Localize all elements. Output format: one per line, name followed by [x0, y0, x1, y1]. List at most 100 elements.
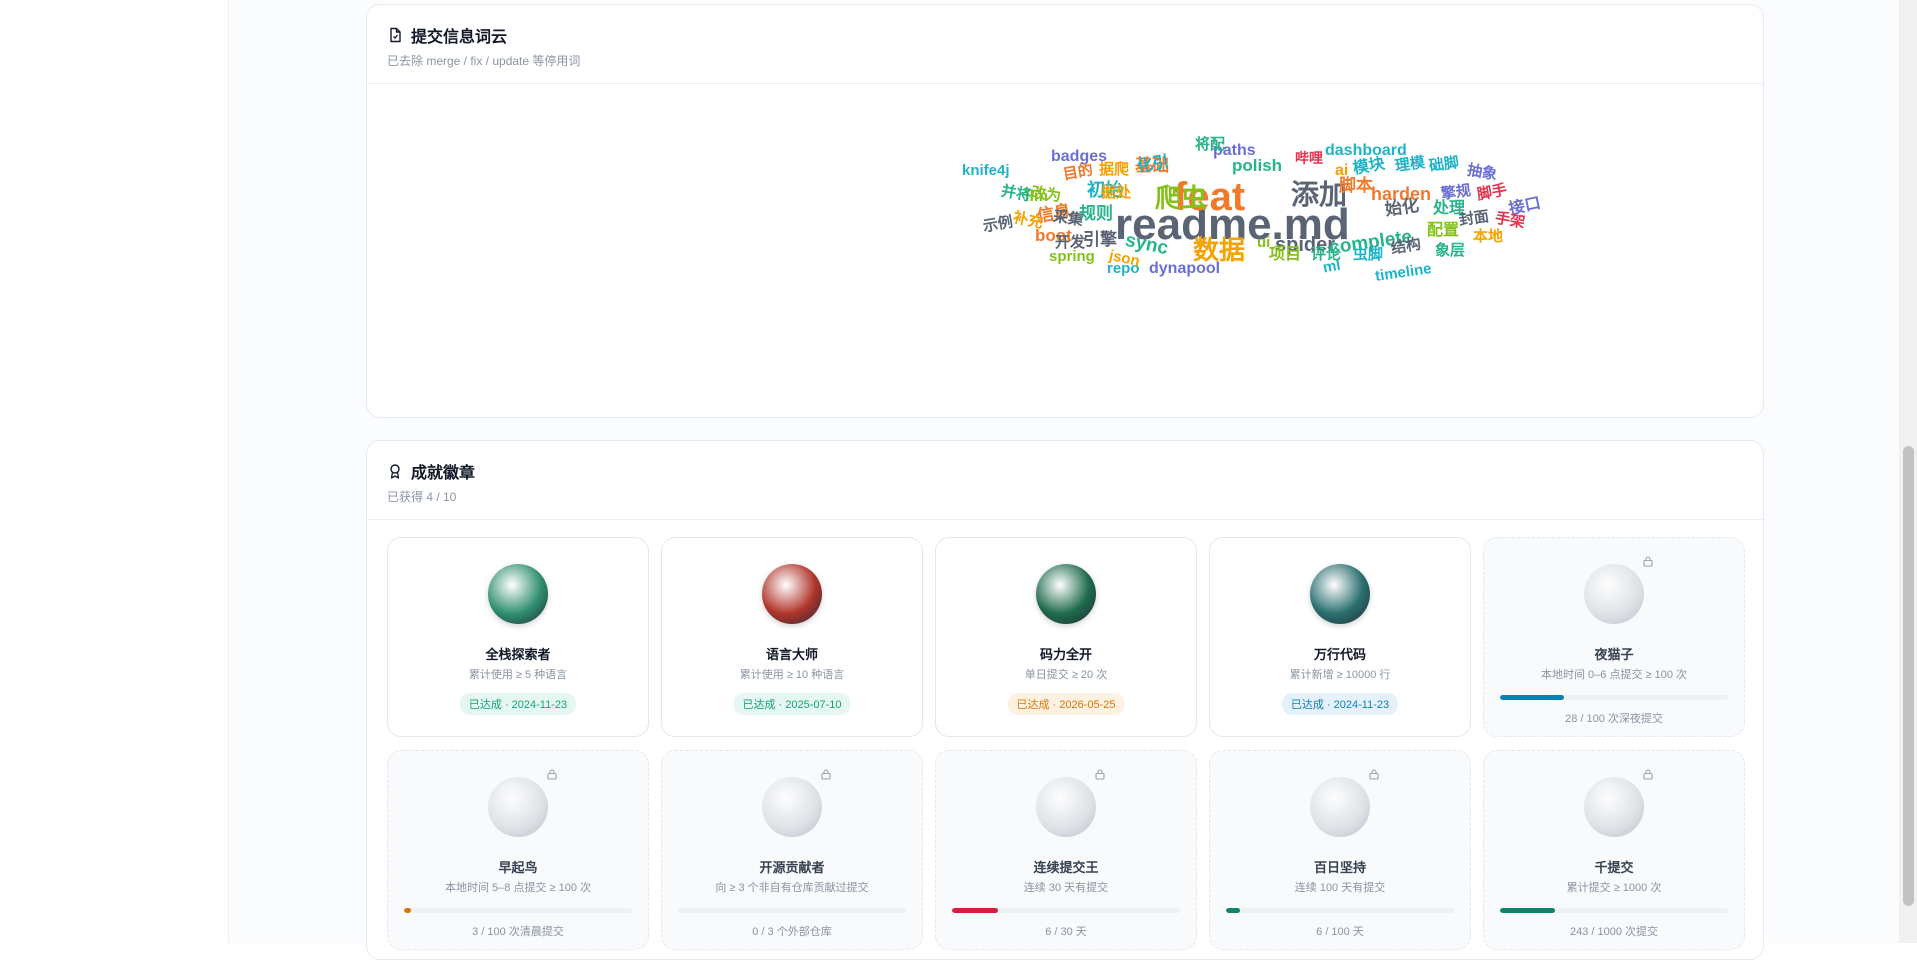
badge-progress-text: 6 / 100 天	[1316, 926, 1364, 938]
cloud-word: 示例	[981, 213, 1015, 236]
cloud-word: 评论	[1311, 246, 1342, 263]
cloud-word: 础脚	[1427, 153, 1461, 176]
left-sidebar	[0, 0, 229, 943]
badge-name: 夜猫子	[1594, 647, 1634, 662]
cloud-word: 始化	[1383, 195, 1421, 220]
wordcloud-card: 提交信息词云 已去除 merge / fix / update 等停用词 rea…	[366, 4, 1764, 418]
cloud-word: 开发	[1055, 234, 1086, 251]
cloud-word: knife4j	[962, 162, 1010, 179]
cloud-word: timeline	[1374, 260, 1433, 285]
lock-icon	[1368, 767, 1380, 780]
cloud-word: 本地	[1473, 228, 1504, 245]
badge-card[interactable]: 连续提交王 连续 30 天有提交 6 / 30 天	[935, 750, 1197, 950]
cloud-word: 哔哩	[1295, 150, 1323, 166]
badge-progress-bar	[678, 908, 906, 913]
cloud-word: 虫脚	[1353, 246, 1384, 263]
cloud-word: 规则	[1079, 204, 1113, 223]
badge-name: 早起鸟	[498, 860, 538, 875]
badge-progress-fill	[404, 908, 411, 913]
badge-name: 全栈探索者	[485, 647, 551, 662]
badge-card[interactable]: 早起鸟 本地时间 5–8 点提交 ≥ 100 次 3 / 100 次清晨提交	[387, 750, 649, 950]
badge-progress-bar	[1226, 908, 1454, 913]
badge-card[interactable]: 语言大师 累计使用 ≥ 10 种语言 已达成 · 2025-07-10	[661, 537, 923, 737]
cloud-word: 引擎	[1083, 230, 1117, 249]
cloud-word: 擎规	[1439, 181, 1473, 204]
badge-card[interactable]: 百日坚持连续 100 天有提交 6 / 100 天	[1209, 750, 1471, 950]
badge-medal-icon	[488, 777, 548, 837]
badge-medal-icon	[488, 564, 548, 624]
cloud-word: 脚本	[1339, 176, 1373, 195]
award-icon	[390, 464, 400, 479]
badge-description: 累计新增 ≥ 10000 行	[1289, 669, 1391, 681]
badge-status: 已达成 · 2024-11-23	[459, 693, 577, 715]
page-scrollbar[interactable]	[1899, 0, 1917, 943]
badges-subtitle: 已获得 4 / 10	[387, 490, 457, 504]
badge-progress-fill	[1226, 908, 1240, 913]
badge-progress-fill	[1500, 695, 1564, 700]
badge-progress-text: 0 / 3 个外部仓库	[752, 926, 832, 938]
badge-progress-fill	[1500, 908, 1556, 913]
badge-description: 单日提交 ≥ 20 次	[1024, 669, 1108, 681]
badge-description: 累计使用 ≥ 5 种语言	[468, 669, 568, 681]
badge-name: 开源贡献者	[759, 860, 825, 875]
badge-name: 语言大师	[765, 647, 818, 662]
badge-name: 千提交	[1594, 860, 1634, 875]
badge-card[interactable]: 万行代码累计新增 ≥ 10000 行已达成 · 2024-11-23	[1209, 537, 1471, 737]
cloud-word: dashboard	[1325, 142, 1407, 159]
badge-medal-icon	[762, 777, 822, 837]
badge-description: 连续 100 天有提交	[1294, 882, 1386, 894]
cloud-word: 脚手	[1475, 181, 1509, 204]
badge-description: 向 ≥ 3 个非自有仓库贡献过提交	[715, 882, 869, 894]
badge-progress-bar	[1500, 908, 1728, 913]
badges-card: 成就徽章 已获得 4 / 10 全栈探索者累计使用 ≥ 5 种语言已达成 · 2…	[366, 440, 1764, 960]
badge-medal-icon	[1584, 564, 1644, 624]
badge-card[interactable]: 开源贡献者向 ≥ 3 个非自有仓库贡献过提交 0 / 3 个外部仓库	[661, 750, 923, 950]
badge-card[interactable]: 千提交累计提交 ≥ 1000 次 243 / 1000 次提交	[1483, 750, 1745, 950]
badge-description: 累计提交 ≥ 1000 次	[1566, 882, 1662, 894]
badge-progress-bar	[952, 908, 1180, 913]
badge-name: 万行代码	[1313, 647, 1366, 662]
badges-title: 成就徽章	[411, 465, 476, 482]
badge-description: 累计使用 ≥ 10 种语言	[739, 669, 845, 681]
badge-card[interactable]: 夜猫子 本地时间 0–6 点提交 ≥ 100 次 28 / 100 次深夜提交	[1483, 537, 1745, 737]
badge-status: 已达成 · 2024-11-23	[1281, 693, 1399, 715]
cloud-word: 爬虫	[1155, 183, 1208, 213]
cloud-word: 封面	[1457, 207, 1491, 230]
badge-status: 已达成 · 2026-05-25	[1007, 693, 1125, 715]
cloud-word: 项目	[1269, 246, 1302, 263]
cloud-word: polish	[1232, 156, 1283, 175]
lock-icon	[546, 767, 558, 780]
cloud-word: 并将	[999, 182, 1033, 205]
wordcloud-subtitle: 已去除 merge / fix / update 等停用词	[387, 54, 581, 68]
cloud-word: 采集	[1051, 207, 1085, 230]
wordcloud-header: 提交信息词云 已去除 merge / fix / update 等停用词	[367, 5, 1763, 84]
badge-description: 本地时间 0–6 点提交 ≥ 100 次	[1540, 669, 1688, 681]
badge-medal-icon	[762, 564, 822, 624]
badge-card[interactable]: 码力全开 单日提交 ≥ 20 次已达成 · 2026-05-25	[935, 537, 1197, 737]
cloud-word: 结构	[1389, 235, 1423, 258]
badge-name: 百日坚持	[1313, 860, 1366, 875]
cloud-word: 据爬	[1099, 161, 1130, 178]
badge-progress-text: 3 / 100 次清晨提交	[472, 926, 564, 938]
badge-progress-bar	[404, 908, 632, 913]
badge-medal-icon	[1036, 777, 1096, 837]
badge-medal-icon	[1584, 777, 1644, 837]
badge-progress-text: 6 / 30 天	[1045, 926, 1087, 938]
badge-progress-text: 243 / 1000 次提交	[1569, 926, 1659, 938]
cloud-word: 据处	[1101, 184, 1132, 201]
document-icon	[390, 27, 401, 43]
lock-icon	[1642, 554, 1654, 567]
cloud-word: dynapool	[1149, 260, 1221, 277]
word-cloud: readme.md feat 添加 爬虫 数据 spider complete sync har…	[367, 85, 1765, 419]
cloud-word: 改为	[1029, 183, 1063, 206]
badge-name: 连续提交王	[1033, 860, 1099, 875]
page-scroll-thumb[interactable]	[1903, 446, 1914, 906]
cloud-word: 将配	[1195, 136, 1226, 153]
badge-card[interactable]: 全栈探索者累计使用 ≥ 5 种语言已达成 · 2024-11-23	[387, 537, 649, 737]
lock-icon	[1642, 767, 1654, 780]
badge-progress-fill	[952, 908, 998, 913]
badges-header: 成就徽章 已获得 4 / 10	[367, 441, 1763, 520]
lock-icon	[1094, 767, 1106, 780]
cloud-word: spring	[1049, 248, 1095, 265]
badge-medal-icon	[1310, 564, 1370, 624]
